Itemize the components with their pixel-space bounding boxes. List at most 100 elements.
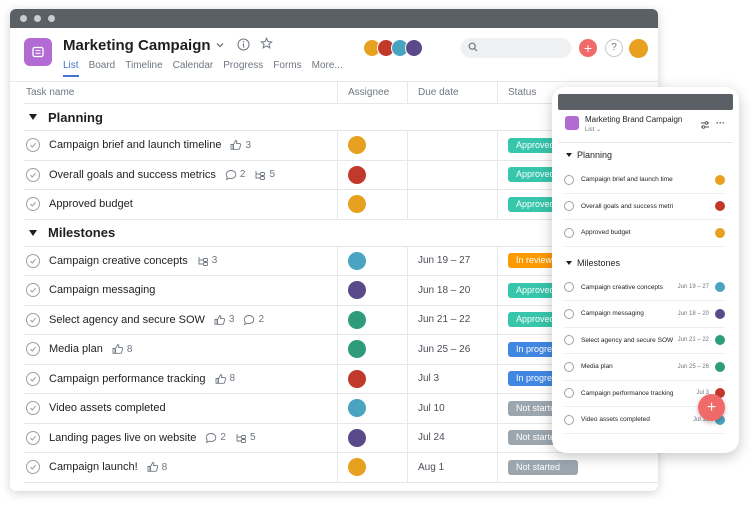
help-button[interactable]: ? [605,39,623,57]
user-avatar[interactable] [629,39,648,58]
assignee-cell[interactable] [337,131,407,160]
complete-checkbox-icon[interactable] [26,283,40,298]
tab-list[interactable]: List [63,60,79,77]
due-date-cell[interactable]: Aug 1 [407,453,497,482]
comment-count[interactable]: 2 [205,432,226,444]
assignee-avatar[interactable] [715,227,725,238]
task-name[interactable]: Campaign messaging [49,284,155,296]
complete-checkbox-icon[interactable] [564,227,574,238]
collapse-triangle-icon[interactable] [29,114,37,120]
info-icon[interactable] [237,38,250,54]
task-name[interactable]: Media plan [49,343,103,355]
project-members[interactable] [363,39,423,57]
filter-icon[interactable] [700,120,710,132]
tab-more[interactable]: More... [312,60,343,77]
column-due-date[interactable]: Due date [407,81,497,104]
like-count[interactable]: 8 [215,373,235,385]
due-date-cell[interactable]: Jul 3 [407,364,497,393]
like-count[interactable]: 3 [214,314,234,326]
complete-checkbox-icon[interactable] [26,253,40,268]
subtask-count[interactable]: 3 [197,255,217,267]
mobile-task-row[interactable]: Approved budget [564,220,725,247]
like-count[interactable]: 8 [147,461,167,473]
complete-checkbox-icon[interactable] [564,201,574,212]
collapse-triangle-icon[interactable] [29,229,37,236]
assignee-cell[interactable] [337,190,407,219]
assignee-cell[interactable] [337,305,407,334]
tab-timeline[interactable]: Timeline [125,60,162,77]
task-name[interactable]: Campaign creative concepts [49,255,188,267]
task-name[interactable]: Overall goals and success metrics [49,169,216,181]
assignee-avatar[interactable] [348,165,366,184]
due-date-cell[interactable]: Jun 19 – 27 [407,246,497,275]
assignee-cell[interactable] [337,423,407,452]
assignee-avatar[interactable] [348,428,366,447]
mobile-task-row[interactable]: Campaign creative concepts Jun 19 – 27 [564,275,725,301]
mobile-task-row[interactable]: Campaign messaging Jun 18 – 20 [564,301,725,328]
assignee-avatar[interactable] [348,399,366,418]
complete-checkbox-icon[interactable] [26,460,40,475]
assignee-avatar[interactable] [348,281,366,300]
complete-checkbox-icon[interactable] [26,167,40,182]
assignee-avatar[interactable] [348,310,366,329]
mobile-task-row[interactable]: Select agency and secure SOW Jun 21 – 22 [564,328,725,354]
due-date-cell[interactable]: Jun 21 – 22 [407,305,497,334]
complete-checkbox-icon[interactable] [26,312,40,327]
task-name[interactable]: Campaign performance tracking [49,373,206,385]
assignee-avatar[interactable] [348,458,366,477]
assignee-cell[interactable] [337,394,407,423]
assignee-cell[interactable] [337,246,407,275]
window-dot[interactable] [34,15,41,22]
assignee-cell[interactable] [337,276,407,305]
assignee-avatar[interactable] [715,282,725,293]
due-date-cell[interactable]: Jul 24 [407,423,497,452]
task-name[interactable]: Campaign launch! [49,461,138,473]
task-name[interactable]: Select agency and secure SOW [49,314,205,326]
column-assignee[interactable]: Assignee [337,81,407,104]
assignee-avatar[interactable] [348,369,366,388]
complete-checkbox-icon[interactable] [564,388,574,399]
complete-checkbox-icon[interactable] [26,430,40,445]
column-task-name[interactable]: Task name [24,82,337,104]
assignee-cell[interactable] [337,453,407,482]
due-date-cell[interactable] [407,160,497,189]
tab-progress[interactable]: Progress [223,60,263,77]
complete-checkbox-icon[interactable] [564,282,574,293]
mobile-task-row[interactable]: Campaign brief and launch timeline [564,167,725,194]
mobile-section-header[interactable]: Milestones [552,251,739,275]
assignee-avatar[interactable] [348,251,366,270]
collapse-triangle-icon[interactable] [566,153,572,157]
due-date-cell[interactable]: Jul 10 [407,394,497,423]
complete-checkbox-icon[interactable] [26,197,40,212]
complete-checkbox-icon[interactable] [26,138,40,153]
complete-checkbox-icon[interactable] [564,414,574,425]
subtask-count[interactable]: 5 [235,432,256,444]
complete-checkbox-icon[interactable] [26,371,40,386]
more-options-icon[interactable]: ··· [716,118,725,128]
mobile-view-selector[interactable]: List ⌄ [585,126,601,133]
complete-checkbox-icon[interactable] [564,308,574,319]
mobile-task-row[interactable]: Media plan Jun 25 – 26 [564,354,725,381]
member-avatar[interactable] [405,39,423,57]
subtask-count[interactable]: 5 [254,169,275,181]
due-date-cell[interactable]: Jun 25 – 26 [407,335,497,364]
mobile-project-title[interactable]: Marketing Brand Campaign [585,115,682,124]
assignee-avatar[interactable] [715,361,725,372]
assignee-avatar[interactable] [348,136,366,155]
status-badge[interactable]: Not started [508,459,578,475]
collapse-triangle-icon[interactable] [566,260,572,265]
assignee-cell[interactable] [337,364,407,393]
comment-count[interactable]: 2 [225,169,245,181]
task-name[interactable]: Video assets completed [49,402,166,414]
complete-checkbox-icon[interactable] [564,174,574,185]
star-icon[interactable] [260,36,273,53]
table-row[interactable]: Campaign launch! 8 Aug 1 Not started [24,453,658,483]
assignee-avatar[interactable] [715,308,725,319]
complete-checkbox-icon[interactable] [26,401,40,416]
window-dot[interactable] [48,15,55,22]
like-count[interactable]: 3 [230,139,251,151]
tab-board[interactable]: Board [89,60,116,77]
due-date-cell[interactable] [407,190,497,219]
assignee-avatar[interactable] [715,201,725,212]
search-input[interactable] [461,38,571,58]
